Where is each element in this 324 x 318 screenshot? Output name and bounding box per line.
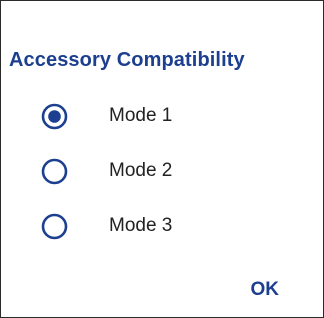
dialog-title: Accessory Compatibility: [9, 49, 245, 71]
mode-3-label: Mode 3: [109, 215, 173, 236]
mode-1-label: Mode 1: [109, 105, 173, 126]
mode-3-option[interactable]: Mode 3: [41, 208, 261, 244]
radio-selected-icon[interactable]: [41, 103, 68, 130]
accessory-compatibility-dialog: Accessory Compatibility Mode 1 Mode 2 Mo…: [0, 0, 324, 318]
mode-2-label: Mode 2: [109, 160, 173, 181]
radio-unselected-icon[interactable]: [41, 158, 68, 185]
ok-button[interactable]: OK: [251, 279, 280, 301]
radio-unselected-icon[interactable]: [41, 213, 68, 240]
mode-1-option[interactable]: Mode 1: [41, 98, 261, 134]
mode-2-option[interactable]: Mode 2: [41, 153, 261, 189]
